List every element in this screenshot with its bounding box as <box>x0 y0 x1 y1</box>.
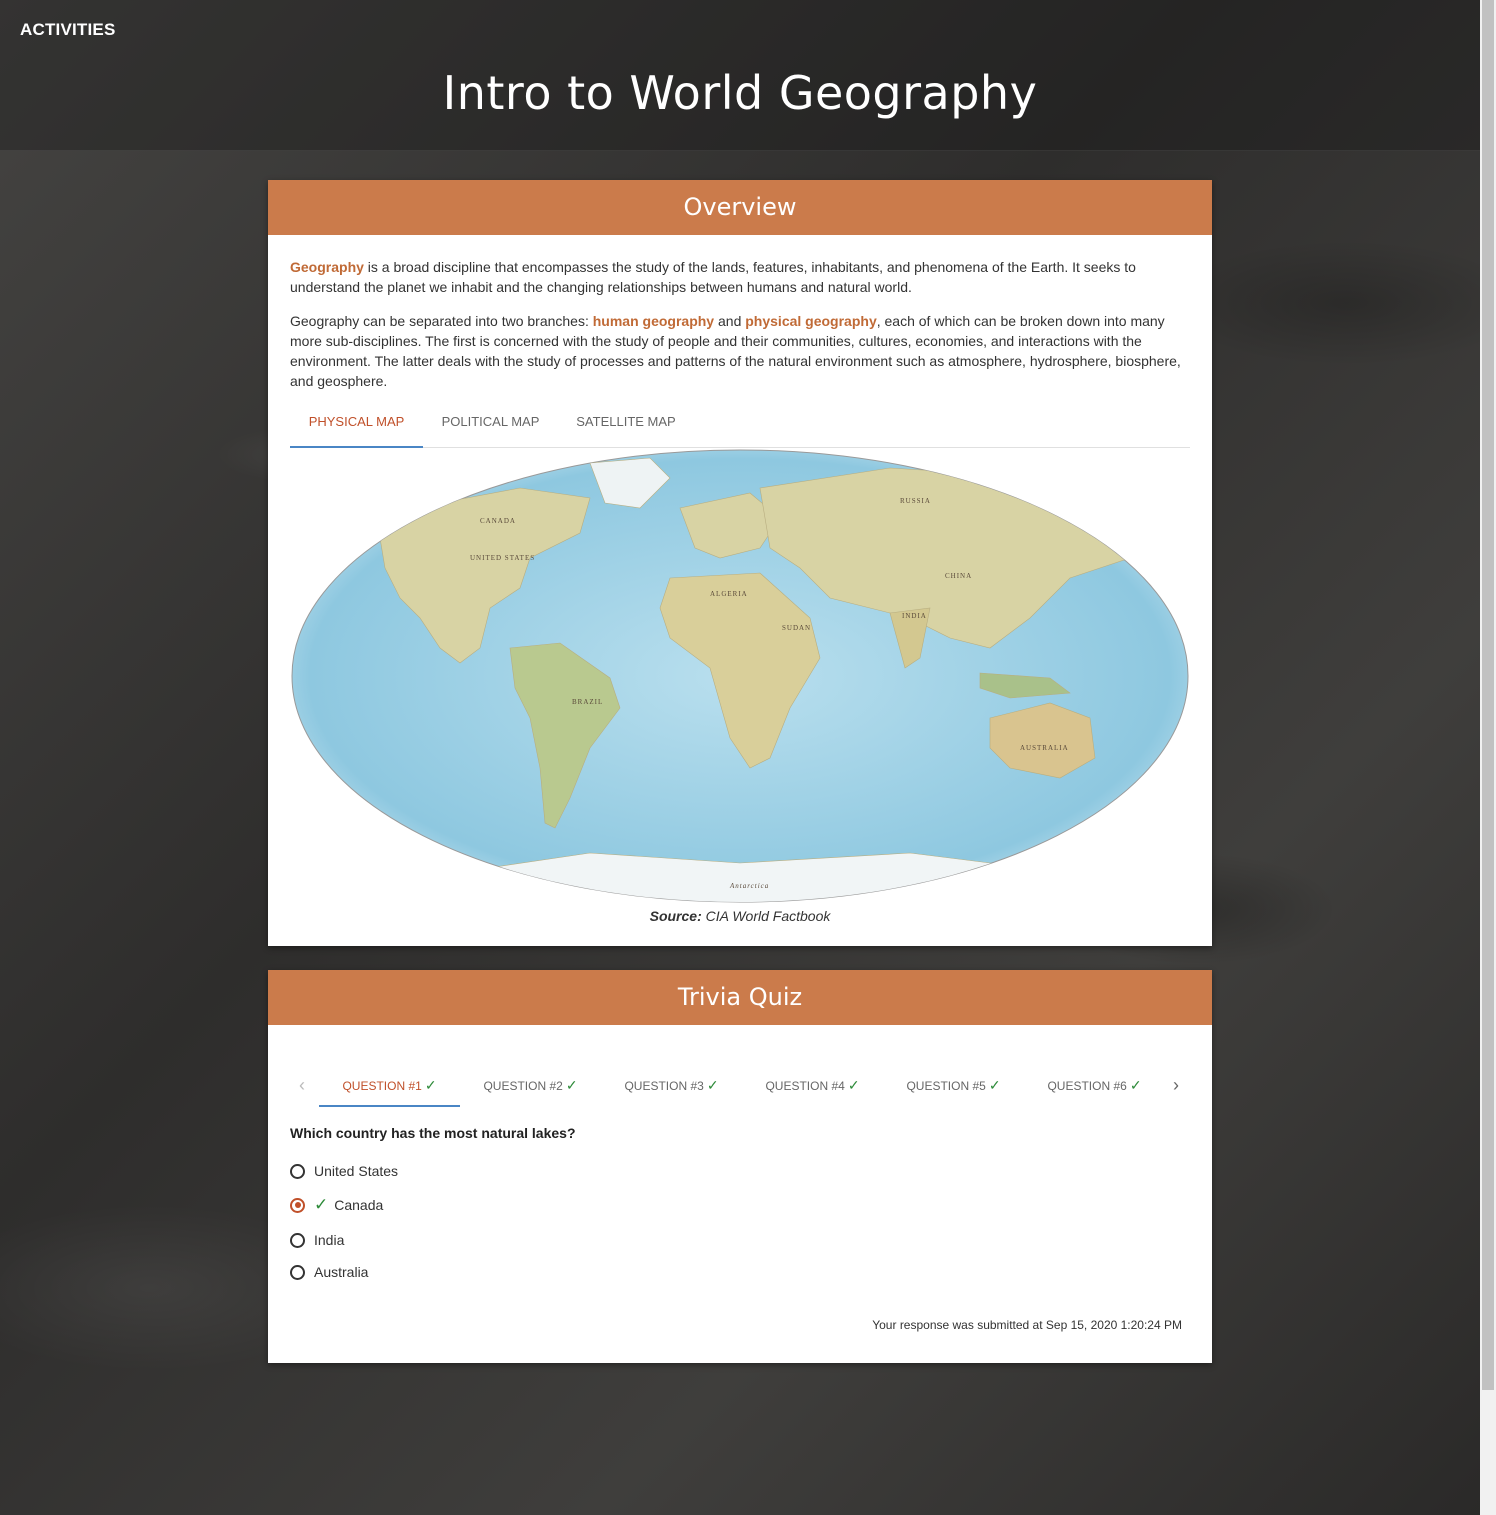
next-question-arrow-icon[interactable]: › <box>1164 1065 1188 1105</box>
radio-unchecked-icon[interactable] <box>290 1264 305 1280</box>
correct-check-icon: ✓ <box>314 1195 329 1214</box>
tab-question-6[interactable]: QUESTION #6 ✓ <box>1024 1065 1165 1105</box>
check-icon: ✓ <box>1129 1077 1142 1093</box>
question-6-label: QUESTION #6 <box>1047 1079 1127 1093</box>
tab-question-5[interactable]: QUESTION #5 ✓ <box>883 1065 1024 1105</box>
option-canada[interactable]: ✓ Canada <box>290 1194 383 1216</box>
page-header: ACTIVITIES Intro to World Geography <box>0 0 1480 151</box>
scrollbar-thumb[interactable] <box>1482 0 1494 1390</box>
tab-physical-map[interactable]: PHYSICAL MAP <box>290 400 423 448</box>
geography-link[interactable]: Geography <box>290 259 364 275</box>
question-tabs: ‹ QUESTION #1 ✓ QUESTION #2 ✓ QUESTION #3 ✓… <box>290 1065 1190 1107</box>
question-2-label: QUESTION #2 <box>483 1079 563 1093</box>
tab-question-4[interactable]: QUESTION #4 ✓ <box>742 1065 883 1105</box>
paragraph-2-text-b: and <box>714 313 746 329</box>
overview-paragraph-1: Geography is a broad discipline that enc… <box>268 257 1212 297</box>
check-icon: ✓ <box>424 1077 437 1093</box>
activities-link[interactable]: ACTIVITIES <box>20 20 116 40</box>
check-icon: ✓ <box>988 1077 1001 1093</box>
question-text: Which country has the most natural lakes… <box>290 1125 576 1141</box>
question-4-label: QUESTION #4 <box>765 1079 845 1093</box>
option-label: India <box>314 1232 345 1248</box>
radio-checked-icon[interactable] <box>290 1197 305 1213</box>
check-icon: ✓ <box>706 1077 719 1093</box>
overview-paragraph-2: Geography can be separated into two bran… <box>268 311 1212 391</box>
check-icon: ✓ <box>847 1077 860 1093</box>
prev-question-arrow-icon[interactable]: ‹ <box>290 1065 314 1105</box>
question-1-label: QUESTION #1 <box>342 1079 422 1093</box>
quiz-card: Trivia Quiz ‹ QUESTION #1 ✓ QUESTION #2 ✓ … <box>268 970 1212 1363</box>
submission-status: Your response was submitted at Sep 15, 2… <box>872 1318 1182 1332</box>
question-5-label: QUESTION #5 <box>906 1079 986 1093</box>
paragraph-1-text: is a broad discipline that encompasses t… <box>290 259 1136 295</box>
map-label-china: CHINA <box>945 572 972 580</box>
human-geography-link[interactable]: human geography <box>593 313 714 329</box>
map-label-algeria: ALGERIA <box>710 590 748 598</box>
question-3-label: QUESTION #3 <box>624 1079 704 1093</box>
page-title: Intro to World Geography <box>442 66 1038 120</box>
map-source: Source: CIA World Factbook <box>268 908 1212 924</box>
option-label: United States <box>314 1163 399 1179</box>
source-label: Source: <box>649 908 702 924</box>
map-label-australia: AUSTRALIA <box>1020 744 1069 752</box>
option-label: Canada <box>334 1197 384 1213</box>
map-label-india: INDIA <box>902 612 927 620</box>
radio-unchecked-icon[interactable] <box>290 1232 305 1248</box>
option-india[interactable]: India <box>290 1229 344 1251</box>
tab-political-map[interactable]: POLITICAL MAP <box>423 400 558 447</box>
tab-question-1[interactable]: QUESTION #1 ✓ <box>319 1065 460 1107</box>
physical-geography-link[interactable]: physical geography <box>745 313 876 329</box>
world-map: CANADA UNITED STATES BRAZIL RUSSIA CHINA… <box>290 448 1190 904</box>
world-map-image: CANADA UNITED STATES BRAZIL RUSSIA CHINA… <box>291 449 1189 903</box>
source-value: CIA World Factbook <box>705 908 831 924</box>
map-label-antarctica: Antarctica <box>729 882 769 890</box>
paragraph-2-text-a: Geography can be separated into two bran… <box>290 313 593 329</box>
option-label: Australia <box>314 1264 369 1280</box>
map-label-canada: CANADA <box>480 517 516 525</box>
option-united-states[interactable]: United States <box>290 1160 398 1182</box>
overview-card: Overview Geography is a broad discipline… <box>268 180 1212 946</box>
map-label-russia: RUSSIA <box>900 497 931 505</box>
map-label-united-states: UNITED STATES <box>470 554 535 562</box>
tab-question-2[interactable]: QUESTION #2 ✓ <box>460 1065 601 1105</box>
radio-unchecked-icon[interactable] <box>290 1163 305 1179</box>
page-scrollbar[interactable] <box>1480 0 1496 1515</box>
map-label-brazil: BRAZIL <box>572 698 603 706</box>
check-icon: ✓ <box>565 1077 578 1093</box>
tab-satellite-map[interactable]: SATELLITE MAP <box>558 400 694 447</box>
option-australia[interactable]: Australia <box>290 1261 368 1283</box>
map-tabs: PHYSICAL MAP POLITICAL MAP SATELLITE MAP <box>290 400 1190 448</box>
quiz-title: Trivia Quiz <box>268 970 1212 1025</box>
overview-title: Overview <box>268 180 1212 235</box>
map-label-sudan: SUDAN <box>782 624 811 632</box>
tab-question-3[interactable]: QUESTION #3 ✓ <box>601 1065 742 1105</box>
